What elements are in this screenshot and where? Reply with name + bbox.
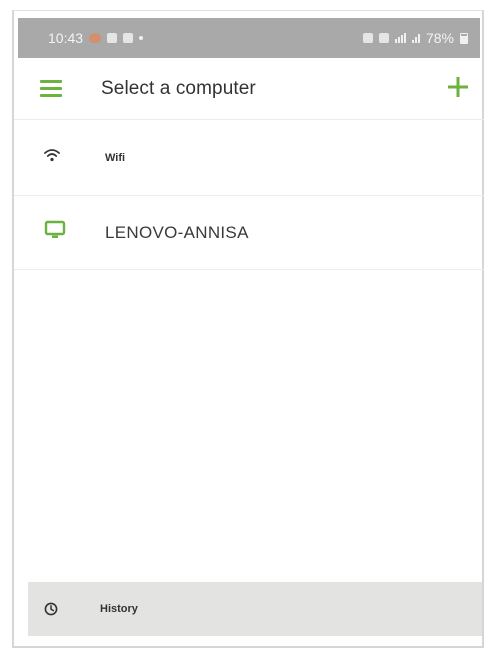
history-label: History [100, 603, 138, 615]
network-section-header: Wifi [14, 120, 484, 196]
more-notifications-icon [139, 36, 144, 40]
notification-icon [123, 33, 134, 43]
battery-percent: 78% [425, 30, 454, 46]
monitor-icon [44, 220, 66, 245]
status-bar: 10:43 78% [18, 18, 480, 58]
network-label: Wifi [105, 151, 126, 164]
computer-name: LENOVO-ANNISA [105, 222, 249, 242]
clock-icon [44, 602, 58, 621]
nfc-icon [362, 33, 373, 43]
computer-list-item[interactable]: LENOVO-ANNISA [14, 196, 484, 270]
wifi-signal-icon [394, 33, 406, 43]
history-button[interactable]: History [28, 582, 482, 636]
status-right: 78% [362, 30, 468, 46]
battery-icon [460, 32, 468, 44]
cell-signal-icon [411, 33, 420, 43]
mute-icon [378, 33, 389, 43]
status-left: 10:43 [48, 30, 144, 46]
wifi-icon [44, 148, 60, 167]
plus-icon [448, 77, 468, 97]
image-icon [107, 33, 118, 43]
status-time: 10:43 [48, 30, 84, 46]
app-bar: Select a computer [14, 58, 484, 120]
hamburger-menu-icon[interactable] [40, 80, 62, 98]
page-title: Select a computer [101, 78, 256, 99]
add-button[interactable] [446, 75, 470, 99]
heart-icon [89, 33, 102, 43]
